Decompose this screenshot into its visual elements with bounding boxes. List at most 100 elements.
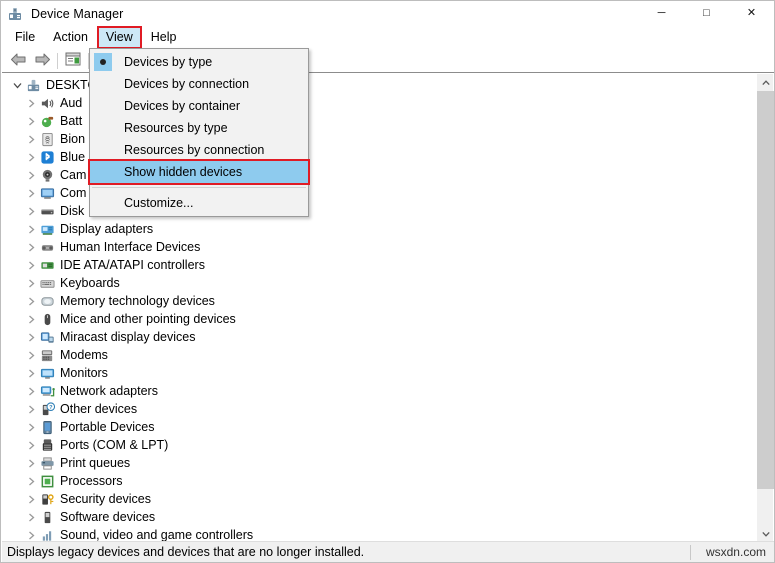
menu-item-resources-by-type[interactable]: Resources by type bbox=[90, 117, 308, 139]
tree-item-software-devices[interactable]: Software devices bbox=[2, 508, 747, 526]
back-arrow-icon bbox=[10, 53, 27, 69]
tree-item-monitors[interactable]: Monitors bbox=[2, 364, 747, 382]
tree-item-keyboards[interactable]: Keyboards bbox=[2, 274, 747, 292]
device-manager-icon bbox=[7, 6, 23, 22]
port-icon bbox=[38, 437, 56, 453]
menu-view-label: View bbox=[105, 30, 133, 44]
chevron-right-icon[interactable] bbox=[24, 311, 38, 327]
disk-drive-icon bbox=[38, 203, 56, 219]
close-button[interactable]: ✕ bbox=[729, 1, 774, 26]
chevron-right-icon[interactable] bbox=[24, 203, 38, 219]
chevron-right-icon[interactable] bbox=[24, 239, 38, 255]
menu-file[interactable]: File bbox=[6, 28, 44, 47]
chevron-right-icon[interactable] bbox=[24, 113, 38, 129]
chevron-right-icon[interactable] bbox=[24, 95, 38, 111]
properties-button[interactable] bbox=[61, 50, 85, 72]
tree-item-miracast-display-devices[interactable]: Miracast display devices bbox=[2, 328, 747, 346]
tree-item-print-queues[interactable]: Print queues bbox=[2, 454, 747, 472]
chevron-right-icon[interactable] bbox=[24, 419, 38, 435]
chevron-right-icon[interactable] bbox=[24, 293, 38, 309]
maximize-button[interactable]: □ bbox=[684, 1, 729, 26]
chevron-right-icon[interactable] bbox=[24, 221, 38, 237]
chevron-right-icon[interactable] bbox=[24, 131, 38, 147]
show-hidden-devices-wrapper: Show hidden devices bbox=[88, 159, 310, 185]
chevron-right-icon[interactable] bbox=[24, 185, 38, 201]
chevron-right-icon[interactable] bbox=[24, 167, 38, 183]
tree-item-processors[interactable]: Processors bbox=[2, 472, 747, 490]
chevron-right-icon[interactable] bbox=[24, 329, 38, 345]
status-separator bbox=[690, 545, 691, 560]
tree-item-security-devices[interactable]: Security devices bbox=[2, 490, 747, 508]
menu-item-devices-by-connection[interactable]: Devices by connection bbox=[90, 73, 308, 95]
camera-icon bbox=[38, 167, 56, 183]
tree-item-human-interface-devices[interactable]: Human Interface Devices bbox=[2, 238, 747, 256]
display-adapter-icon bbox=[38, 221, 56, 237]
scroll-up-button[interactable] bbox=[757, 74, 774, 91]
vertical-scrollbar[interactable] bbox=[756, 74, 774, 542]
menu-item-label: Show hidden devices bbox=[124, 165, 243, 179]
tree-item-other-devices[interactable]: ? Other devices bbox=[2, 400, 747, 418]
tree-item-portable-devices[interactable]: Portable Devices bbox=[2, 418, 747, 436]
tree-item-mice[interactable]: Mice and other pointing devices bbox=[2, 310, 747, 328]
tree-item-memory-technology-devices[interactable]: Memory technology devices bbox=[2, 292, 747, 310]
radio-selected-icon bbox=[94, 53, 112, 71]
tree-item-sound-video-game-controllers[interactable]: Sound, video and game controllers bbox=[2, 526, 747, 542]
tree-item-ide-controllers[interactable]: IDE ATA/ATAPI controllers bbox=[2, 256, 747, 274]
chevron-right-icon[interactable] bbox=[24, 383, 38, 399]
sound-video-icon bbox=[38, 527, 56, 542]
chevron-right-icon[interactable] bbox=[24, 509, 38, 525]
tree-item-label: Com bbox=[60, 186, 87, 200]
chevron-right-icon[interactable] bbox=[24, 473, 38, 489]
tree-item-network-adapters[interactable]: Network adapters bbox=[2, 382, 747, 400]
menu-item-devices-by-type[interactable]: Devices by type bbox=[90, 51, 308, 73]
tree-item-label: IDE ATA/ATAPI controllers bbox=[60, 258, 205, 272]
chevron-right-icon[interactable] bbox=[24, 365, 38, 381]
tree-item-display-adapters[interactable]: Display adapters bbox=[2, 220, 747, 238]
battery-icon bbox=[38, 113, 56, 129]
chevron-right-icon[interactable] bbox=[24, 257, 38, 273]
tree-item-label: Modems bbox=[60, 348, 108, 362]
tree-item-modems[interactable]: Modems bbox=[2, 346, 747, 364]
biometric-icon bbox=[38, 131, 56, 147]
menu-help[interactable]: Help bbox=[142, 28, 186, 47]
chevron-right-icon[interactable] bbox=[24, 527, 38, 542]
device-manager-window: Device Manager ─ □ ✕ File Action View He… bbox=[0, 0, 775, 563]
software-device-icon bbox=[38, 509, 56, 525]
menu-item-resources-by-connection[interactable]: Resources by connection bbox=[90, 139, 308, 161]
tree-item-label: Cam bbox=[60, 168, 87, 182]
chevron-right-icon[interactable] bbox=[24, 275, 38, 291]
bluetooth-icon bbox=[38, 149, 56, 165]
tree-item-label: Mice and other pointing devices bbox=[60, 312, 236, 326]
menu-bar: File Action View Help bbox=[1, 26, 774, 49]
chevron-right-icon[interactable] bbox=[24, 149, 38, 165]
computer-monitor-icon bbox=[38, 185, 56, 201]
tree-item-ports[interactable]: Ports (COM & LPT) bbox=[2, 436, 747, 454]
back-button[interactable] bbox=[6, 50, 30, 72]
scrollbar-thumb[interactable] bbox=[757, 91, 774, 489]
other-device-icon: ? bbox=[38, 401, 56, 417]
chevron-right-icon[interactable] bbox=[24, 401, 38, 417]
tree-item-label: Processors bbox=[60, 474, 123, 488]
chevron-right-icon[interactable] bbox=[24, 491, 38, 507]
menu-view[interactable]: View bbox=[96, 26, 142, 49]
scroll-down-button[interactable] bbox=[757, 525, 774, 542]
status-message: Displays legacy devices and devices that… bbox=[7, 545, 365, 559]
tree-item-label: Blue bbox=[60, 150, 86, 164]
menu-action[interactable]: Action bbox=[44, 28, 97, 47]
forward-arrow-icon bbox=[34, 53, 51, 69]
hid-icon bbox=[38, 239, 56, 255]
menu-item-customize[interactable]: Customize... bbox=[90, 192, 308, 214]
chevron-right-icon[interactable] bbox=[24, 437, 38, 453]
memory-icon bbox=[38, 293, 56, 309]
chevron-down-icon[interactable] bbox=[10, 77, 24, 93]
keyboard-icon bbox=[38, 275, 56, 291]
menu-item-show-hidden-devices[interactable]: Show hidden devices bbox=[88, 159, 310, 185]
menu-item-label: Customize... bbox=[124, 196, 194, 210]
close-icon: ✕ bbox=[746, 7, 757, 19]
menu-item-devices-by-container[interactable]: Devices by container bbox=[90, 95, 308, 117]
forward-button[interactable] bbox=[30, 50, 54, 72]
chevron-right-icon[interactable] bbox=[24, 455, 38, 471]
chevron-right-icon[interactable] bbox=[24, 347, 38, 363]
watermark: wsxdn.com bbox=[705, 545, 766, 559]
minimize-button[interactable]: ─ bbox=[639, 1, 684, 26]
